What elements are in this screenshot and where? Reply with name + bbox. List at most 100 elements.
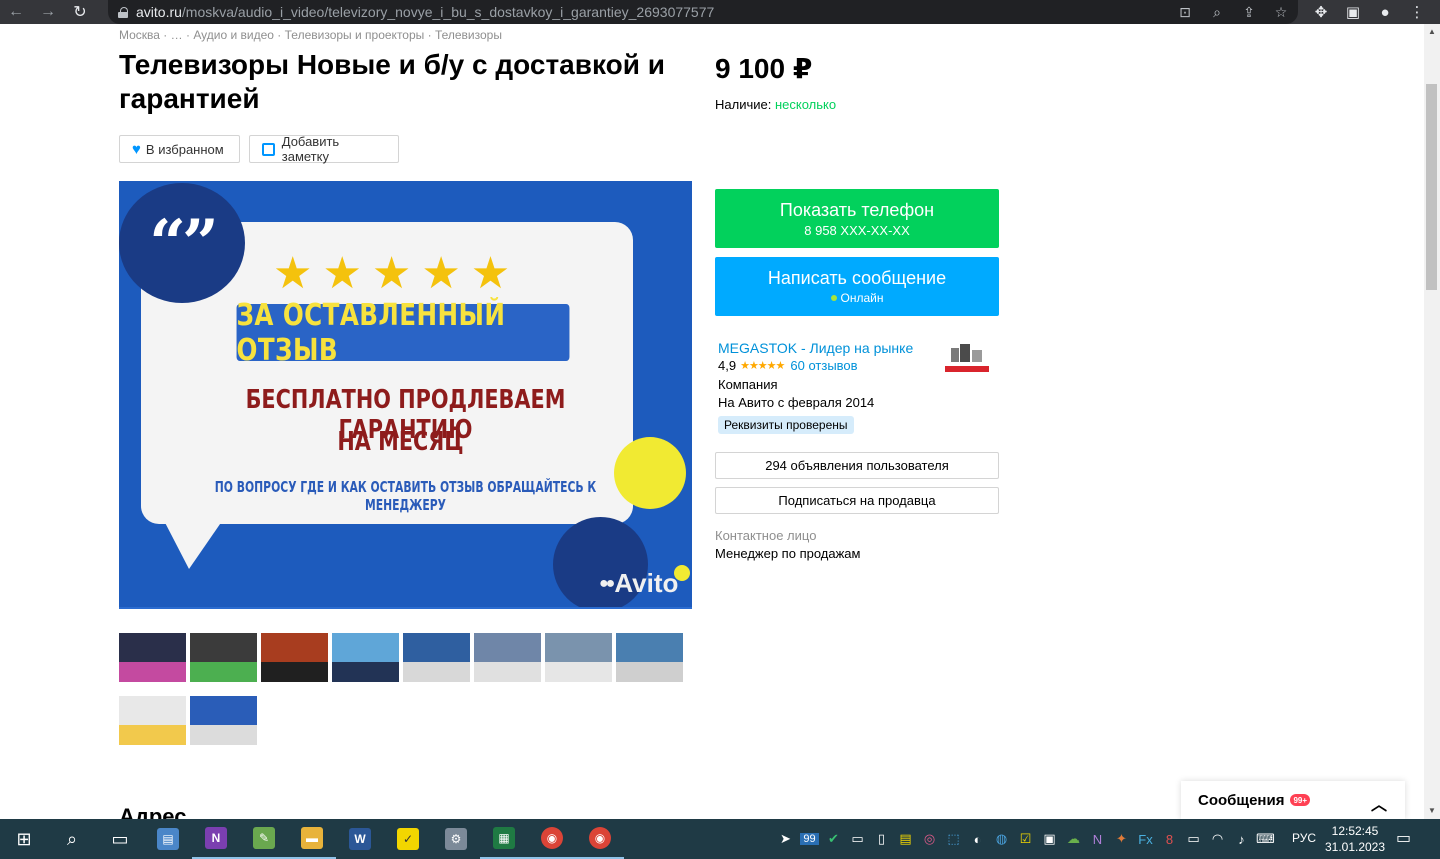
snip-icon[interactable]: ⬚: [944, 831, 963, 847]
menu-icon[interactable]: ⋮: [1406, 3, 1428, 21]
thumbnail[interactable]: [474, 633, 541, 682]
main-photo[interactable]: “” ★★★★★ ЗА ОСТАВЛЕННЫЙ ОТЗЫВ БЕСПЛАТНО …: [119, 181, 692, 609]
battery-icon[interactable]: ▭: [1184, 831, 1203, 847]
clock[interactable]: 12:52:45 31.01.2023: [1320, 823, 1390, 855]
breadcrumb-item[interactable]: Аудио и видео: [193, 28, 274, 42]
onenote-app-icon[interactable]: N: [192, 819, 240, 859]
thumbnail[interactable]: [190, 696, 257, 745]
window-icon[interactable]: ▣: [1040, 831, 1059, 847]
messages-widget[interactable]: Сообщения 99+ ︿: [1181, 781, 1405, 819]
thumbnail[interactable]: [545, 633, 612, 682]
sticky-notes-icon[interactable]: ✓: [384, 819, 432, 859]
files-app-icon[interactable]: ▤: [144, 819, 192, 859]
zoom-icon[interactable]: ⌕: [1208, 4, 1226, 21]
reviews-link[interactable]: 60 отзывов: [790, 358, 857, 373]
breadcrumb-item[interactable]: Москва: [119, 28, 160, 42]
scrollbar[interactable]: ▲ ▼: [1424, 24, 1440, 819]
check-tray-icon[interactable]: ☑: [1016, 831, 1035, 847]
cloud-icon[interactable]: ☁: [1064, 831, 1083, 847]
windows-taskbar: ⊞ ⌕ ▭ ▤ N ✎ ▬ W ✓ ⚙ ▦ ◉ ◉ ➤ 99 ✔ ▭ ▯ ▤ ◎…: [0, 819, 1440, 859]
excel-app-icon[interactable]: ▦: [480, 819, 528, 859]
image-ribbon-text: ЗА ОСТАВЛЕННЫЙ ОТЗЫВ: [236, 298, 570, 368]
contact-person-value: Менеджер по продажам: [715, 546, 861, 561]
heart-icon: ♥: [132, 140, 141, 158]
display-icon[interactable]: ▭: [848, 831, 867, 847]
chevron-up-icon[interactable]: ︿: [1371, 791, 1387, 815]
show-phone-button[interactable]: Показать телефон 8 958 XXX-XX-XX: [715, 189, 999, 248]
tray-count-badge[interactable]: 99: [800, 833, 819, 845]
wrench-icon[interactable]: ✦: [1112, 831, 1131, 847]
address-heading: Адрес: [119, 804, 187, 819]
image-caption: ПО ВОПРОСУ ГДЕ И КАК ОСТАВИТЬ ОТЗЫВ ОБРА…: [214, 478, 597, 514]
bookmark-star-icon[interactable]: ☆: [1272, 4, 1290, 21]
notifications-icon[interactable]: ▭: [1396, 828, 1411, 848]
thumbnail[interactable]: [403, 633, 470, 682]
rating-stars: ★★★★★: [273, 249, 521, 298]
wifi-icon[interactable]: ◠: [1208, 831, 1227, 847]
seller-ads-button[interactable]: 294 объявления пользователя: [715, 452, 999, 479]
address-bar[interactable]: avito.ru/moskva/audio_i_video/televizory…: [108, 0, 1298, 24]
write-message-button[interactable]: Написать сообщение Онлайн: [715, 257, 999, 316]
task-view-icon[interactable]: ▭: [96, 819, 144, 859]
add-note-button[interactable]: Добавить заметку: [249, 134, 399, 164]
seller-name-link[interactable]: MEGASTOK - Лидер на рынке: [718, 340, 913, 356]
thumbnail[interactable]: [119, 696, 186, 745]
search-icon[interactable]: ⌕: [48, 819, 96, 859]
thumbnail[interactable]: [190, 633, 257, 682]
back-icon[interactable]: ←: [0, 0, 32, 24]
sidebar-icon[interactable]: ▣: [1342, 3, 1364, 21]
reload-icon[interactable]: ↻: [64, 0, 96, 24]
phone-number: 8 958 XXX-XX-XX: [804, 222, 910, 238]
seller-type: Компания: [718, 377, 778, 392]
sync-icon[interactable]: ◍: [992, 831, 1011, 847]
image-headline-2: НА МЕСЯЦ: [337, 427, 464, 457]
seller-since: На Авито с февраля 2014: [718, 395, 875, 410]
volume-icon[interactable]: ♪: [1232, 832, 1251, 847]
breadcrumb-item[interactable]: …: [171, 28, 183, 42]
decorative-circle: [614, 437, 686, 509]
onenote-tray-icon[interactable]: N: [1088, 832, 1107, 847]
profile-icon[interactable]: ●: [1374, 4, 1396, 21]
forward-icon[interactable]: →: [32, 0, 64, 24]
url-text[interactable]: avito.ru/moskva/audio_i_video/televizory…: [136, 4, 714, 20]
word-app-icon[interactable]: W: [336, 819, 384, 859]
update-icon[interactable]: ◐: [968, 832, 987, 847]
scrollbar-thumb[interactable]: [1426, 84, 1437, 290]
thumbnail[interactable]: [119, 633, 186, 682]
telegram-icon[interactable]: ➤: [776, 831, 795, 847]
thumbnail[interactable]: [332, 633, 399, 682]
translate-icon[interactable]: ⊡: [1176, 4, 1194, 21]
share-icon[interactable]: ⇪: [1240, 4, 1258, 21]
media-icon[interactable]: ◎: [920, 831, 939, 847]
subscribe-button[interactable]: Подписаться на продавца: [715, 487, 999, 514]
scroll-down-icon[interactable]: ▼: [1424, 803, 1440, 819]
windows-start-icon[interactable]: ⊞: [0, 819, 48, 859]
seller-rating: 4,9 ★★★★★ 60 отзывов: [718, 358, 858, 373]
write-message-label: Написать сообщение: [767, 268, 947, 288]
security-icon[interactable]: ✔: [824, 831, 843, 847]
app-tray-icon[interactable]: 8: [1160, 832, 1179, 847]
chrome-app-icon[interactable]: ◉: [528, 819, 576, 859]
breadcrumb-item[interactable]: Телевизоры: [435, 28, 502, 42]
chrome-app-icon-2[interactable]: ◉: [576, 819, 624, 859]
document-icon[interactable]: ▯: [872, 831, 891, 847]
app-icon[interactable]: ⚙: [432, 819, 480, 859]
breadcrumb-item[interactable]: Телевизоры и проекторы: [285, 28, 425, 42]
keyboard-icon[interactable]: ⌨: [1256, 831, 1275, 847]
thumbnail[interactable]: [261, 633, 328, 682]
breadcrumb: Москва · … · Аудио и видео · Телевизоры …: [119, 28, 502, 42]
star-rating-icon: ★★★★★: [740, 360, 785, 372]
notes-app-icon[interactable]: ✎: [240, 819, 288, 859]
favorite-button[interactable]: ♥ В избранном: [119, 135, 240, 163]
availability-value: несколько: [774, 97, 837, 112]
fx-icon[interactable]: Fx: [1136, 832, 1155, 847]
scroll-up-icon[interactable]: ▲: [1424, 24, 1440, 40]
file-explorer-icon[interactable]: ▬: [288, 819, 336, 859]
language-indicator[interactable]: РУС: [1292, 831, 1316, 845]
seller-logo[interactable]: [945, 342, 989, 376]
notes-tray-icon[interactable]: ▤: [896, 831, 915, 847]
page-content: Москва · … · Аудио и видео · Телевизоры …: [0, 24, 1424, 819]
extensions-icon[interactable]: ✥: [1310, 3, 1332, 21]
lock-icon[interactable]: [118, 6, 128, 18]
thumbnail[interactable]: [616, 633, 683, 682]
